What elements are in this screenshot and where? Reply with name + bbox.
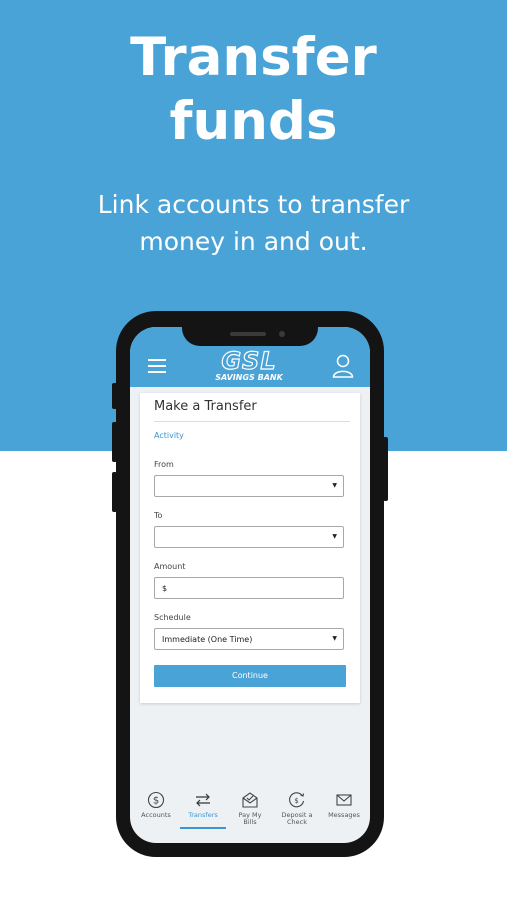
- envelope-check-icon: [242, 792, 258, 808]
- form-title: Make a Transfer: [154, 399, 257, 414]
- tab-label: Deposit a Check: [273, 812, 321, 826]
- transfer-arrows-icon: [196, 793, 210, 807]
- activity-link[interactable]: Activity: [154, 431, 184, 440]
- phone-camera: [279, 331, 285, 337]
- phone-speaker: [230, 332, 266, 336]
- subheadline-line-2: money in and out.: [139, 227, 368, 256]
- bottom-tab-bar: $ Accounts Transfers Pay My Bills $ Depo…: [130, 785, 370, 843]
- schedule-select[interactable]: Immediate (One Time) ▼: [154, 628, 344, 650]
- from-label: From: [154, 460, 174, 469]
- tab-transfers[interactable]: Transfers: [179, 785, 227, 819]
- tab-deposit-a-check[interactable]: $ Deposit a Check: [273, 785, 321, 826]
- svg-text:$: $: [153, 796, 159, 807]
- chevron-down-icon: ▼: [332, 533, 337, 540]
- svg-text:$: $: [294, 797, 298, 805]
- mail-icon: [336, 794, 352, 806]
- tab-messages[interactable]: Messages: [320, 785, 368, 819]
- continue-button[interactable]: Continue: [154, 665, 346, 687]
- schedule-label: Schedule: [154, 613, 191, 622]
- headline: Transfer funds: [0, 26, 507, 154]
- from-select[interactable]: ▼: [154, 475, 344, 497]
- title-divider: [154, 421, 350, 422]
- user-icon[interactable]: [332, 354, 354, 378]
- tab-pay-my-bills[interactable]: Pay My Bills: [226, 785, 274, 826]
- tab-label: Messages: [328, 811, 360, 819]
- logo-sub-text: SAVINGS BANK: [215, 373, 283, 382]
- tab-label-line-2: Check: [287, 818, 307, 826]
- amount-currency-prefix: $: [162, 584, 168, 593]
- subheadline-line-1: Link accounts to transfer: [97, 190, 410, 219]
- headline-line-1: Transfer: [130, 27, 377, 88]
- chevron-down-icon: ▼: [332, 482, 337, 489]
- active-tab-indicator: [180, 827, 226, 829]
- deposit-check-icon: $: [289, 792, 305, 808]
- logo-main-text: GSL: [221, 347, 277, 375]
- schedule-select-value: Immediate (One Time): [162, 635, 253, 644]
- phone-screen: GSL SAVINGS BANK Make a Transfer Activit…: [130, 327, 370, 843]
- subheadline: Link accounts to transfer money in and o…: [0, 186, 507, 260]
- transfer-form-card: Make a Transfer Activity From ▼ To ▼ Amo…: [140, 393, 360, 703]
- to-label: To: [154, 511, 163, 520]
- hamburger-icon[interactable]: [148, 359, 166, 373]
- tab-label: Pay My Bills: [226, 812, 274, 826]
- tab-label: Transfers: [188, 811, 218, 819]
- amount-label: Amount: [154, 562, 186, 571]
- gsl-logo: GSL SAVINGS BANK: [206, 347, 292, 383]
- dollar-circle-icon: $: [147, 791, 165, 809]
- tab-label: Accounts: [141, 811, 171, 819]
- chevron-down-icon: ▼: [332, 635, 337, 642]
- tab-label-line-2: Bills: [243, 818, 257, 826]
- to-select[interactable]: ▼: [154, 526, 344, 548]
- tab-accounts[interactable]: $ Accounts: [132, 785, 180, 819]
- headline-line-2: funds: [169, 91, 338, 152]
- amount-input[interactable]: $: [154, 577, 344, 599]
